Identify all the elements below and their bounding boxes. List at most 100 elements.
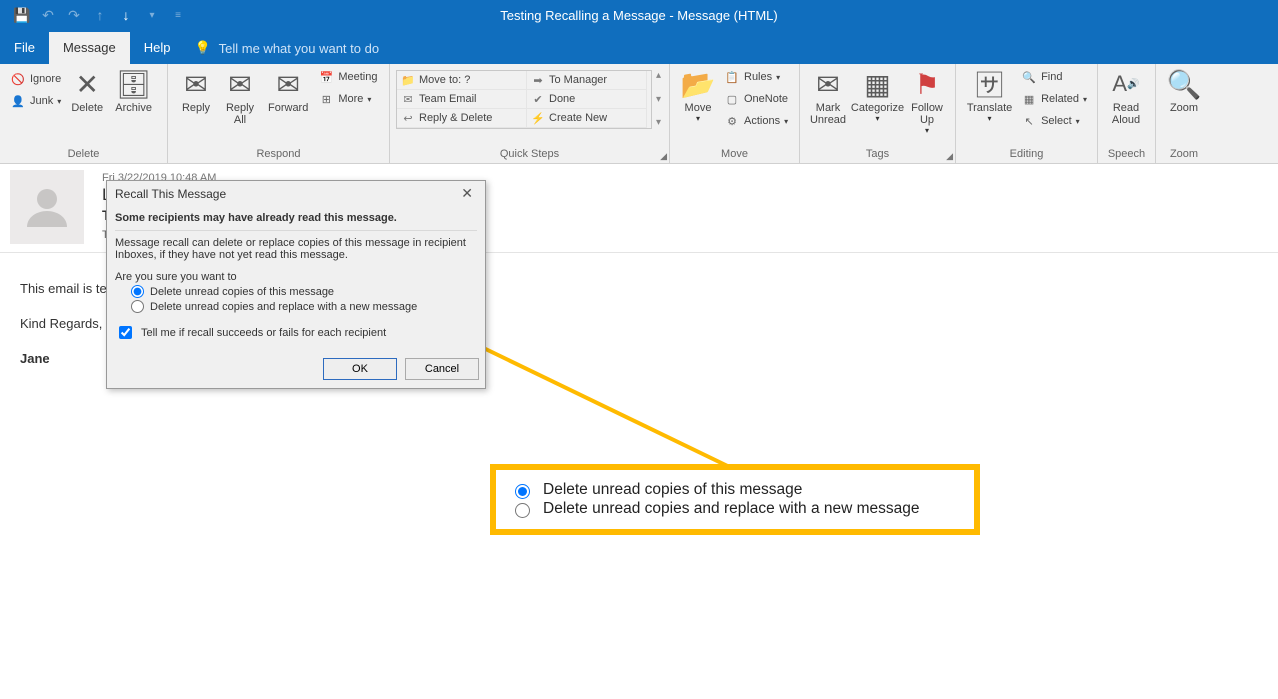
cancel-button[interactable]: Cancel — [405, 358, 479, 380]
quick-access-toolbar: 💾 ↶ ↷ ↑ ↓ ▾ ≡ — [0, 7, 186, 23]
move-icon: 📂 — [682, 68, 714, 100]
meeting-button[interactable]: 📅Meeting — [314, 68, 381, 86]
zoom-button[interactable]: 🔍Zoom — [1162, 66, 1206, 116]
qs-to-manager[interactable]: ➡To Manager — [527, 71, 647, 90]
mark-unread-icon: ✉ — [812, 68, 844, 100]
chevron-down-icon: ▾ — [1076, 117, 1080, 126]
person-icon — [23, 183, 71, 231]
tell-me-label: Tell me what you want to do — [219, 41, 379, 56]
actions-icon: ⚙ — [724, 113, 740, 129]
quick-steps-panel: 📁Move to: ? ➡To Manager ✉Team Email ✔Don… — [396, 70, 652, 129]
reply-button[interactable]: ✉Reply — [174, 66, 218, 116]
ignore-button[interactable]: 🚫Ignore — [6, 70, 65, 88]
archive-icon: 🗄 — [118, 68, 150, 100]
select-button[interactable]: ↖Select▾ — [1017, 112, 1091, 130]
translate-icon: 🈂 — [974, 68, 1006, 100]
radio-input[interactable] — [515, 503, 530, 518]
checkbox-input[interactable] — [119, 326, 132, 339]
forward-icon: ✉ — [272, 68, 304, 100]
select-icon: ↖ — [1021, 113, 1037, 129]
group-label: Speech — [1104, 147, 1149, 163]
read-aloud-button[interactable]: A🔊Read Aloud — [1104, 66, 1148, 128]
forward-button[interactable]: ✉Forward — [262, 66, 314, 116]
chevron-down-icon: ▾ — [367, 95, 371, 104]
redo-icon[interactable]: ↷ — [66, 7, 82, 23]
callout-radio-2[interactable]: Delete unread copies and replace with a … — [510, 500, 960, 518]
move-button[interactable]: 📂Move▾ — [676, 66, 720, 125]
junk-icon: 👤 — [10, 93, 26, 109]
qs-down-icon[interactable]: ▾ — [656, 94, 661, 105]
chevron-down-icon: ▾ — [875, 114, 879, 123]
reply-icon: ↩ — [401, 111, 415, 125]
forward-icon: ➡ — [531, 73, 545, 87]
callout-radio-1[interactable]: Delete unread copies of this message — [510, 481, 960, 499]
qat-customize-icon[interactable]: ≡ — [170, 7, 186, 23]
group-delete: 🚫Ignore 👤Junk▾ ✕Delete 🗄Archive Delete — [0, 64, 168, 163]
mark-unread-button[interactable]: ✉Mark Unread — [806, 66, 850, 128]
save-icon[interactable]: 💾 — [14, 7, 30, 23]
tab-help[interactable]: Help — [130, 32, 185, 64]
more-icon: ⊞ — [318, 91, 334, 107]
undo-icon[interactable]: ↶ — [40, 7, 56, 23]
close-icon[interactable]: ✕ — [457, 185, 477, 202]
onenote-button[interactable]: ▢OneNote — [720, 90, 792, 108]
titlebar: 💾 ↶ ↷ ↑ ↓ ▾ ≡ Testing Recalling a Messag… — [0, 0, 1278, 30]
group-move: 📂Move▾ 📋Rules▾ ▢OneNote ⚙Actions▾ Move — [670, 64, 800, 163]
window-title: Testing Recalling a Message - Message (H… — [500, 8, 777, 23]
avatar — [10, 170, 84, 244]
zoom-icon: 🔍 — [1168, 68, 1200, 100]
group-respond: ✉Reply ✉Reply All ✉Forward 📅Meeting ⊞Mor… — [168, 64, 390, 163]
ok-button[interactable]: OK — [323, 358, 397, 380]
junk-button[interactable]: 👤Junk▾ — [6, 92, 65, 110]
group-label: Editing — [962, 147, 1091, 163]
related-button[interactable]: ▦Related▾ — [1017, 90, 1091, 108]
rules-button[interactable]: 📋Rules▾ — [720, 68, 792, 86]
qs-expand-icon[interactable]: ▾ — [656, 117, 661, 128]
recall-dialog: Recall This Message ✕ Some recipients ma… — [106, 180, 486, 389]
archive-button[interactable]: 🗄Archive — [109, 66, 158, 116]
tab-message[interactable]: Message — [49, 32, 130, 64]
tab-file[interactable]: File — [0, 32, 49, 64]
dialog-prompt: Are you sure you want to — [115, 271, 477, 283]
launcher-icon[interactable]: ◢ — [946, 151, 953, 162]
group-label: Zoom — [1162, 147, 1206, 163]
find-button[interactable]: 🔍Find — [1017, 68, 1091, 86]
translate-button[interactable]: 🈂Translate▾ — [962, 66, 1017, 125]
follow-up-button[interactable]: ⚑Follow Up▾ — [905, 66, 949, 137]
qs-done[interactable]: ✔Done — [527, 90, 647, 109]
radio-input[interactable] — [515, 484, 530, 499]
rules-icon: 📋 — [724, 69, 740, 85]
group-tags: ✉Mark Unread ▦Categorize▾ ⚑Follow Up▾ Ta… — [800, 64, 956, 163]
delete-button[interactable]: ✕Delete — [65, 66, 109, 116]
previous-icon[interactable]: ↑ — [92, 7, 108, 23]
next-icon[interactable]: ↓ — [118, 7, 134, 23]
qat-dropdown-icon[interactable]: ▾ — [144, 7, 160, 23]
menubar: File Message Help 💡 Tell me what you wan… — [0, 30, 1278, 64]
qs-create-new[interactable]: ⚡Create New — [527, 109, 647, 128]
more-button[interactable]: ⊞More▾ — [314, 90, 381, 108]
radio-replace-copies[interactable]: Delete unread copies and replace with a … — [131, 300, 477, 313]
chevron-down-icon: ▾ — [696, 114, 700, 123]
read-aloud-icon: A🔊 — [1110, 68, 1142, 100]
radio-delete-copies[interactable]: Delete unread copies of this message — [131, 285, 477, 298]
checkbox-tell-me[interactable]: Tell me if recall succeeds or fails for … — [115, 323, 477, 342]
meeting-icon: 📅 — [318, 69, 334, 85]
tell-me[interactable]: 💡 Tell me what you want to do — [184, 32, 389, 64]
mail-icon: ✉ — [401, 92, 415, 106]
qs-move-to[interactable]: 📁Move to: ? — [397, 71, 527, 90]
actions-button[interactable]: ⚙Actions▾ — [720, 112, 792, 130]
radio-input[interactable] — [131, 300, 144, 313]
group-label: Tags — [806, 147, 949, 163]
group-quick-steps: 📁Move to: ? ➡To Manager ✉Team Email ✔Don… — [390, 64, 670, 163]
reply-all-button[interactable]: ✉Reply All — [218, 66, 262, 128]
dialog-title: Recall This Message — [115, 187, 226, 201]
group-label: Quick Steps — [396, 147, 663, 163]
qs-team-email[interactable]: ✉Team Email — [397, 90, 527, 109]
radio-input[interactable] — [131, 285, 144, 298]
chevron-down-icon: ▾ — [988, 114, 992, 123]
group-zoom: 🔍Zoom Zoom — [1156, 64, 1212, 163]
qs-up-icon[interactable]: ▴ — [656, 70, 661, 81]
categorize-button[interactable]: ▦Categorize▾ — [850, 66, 905, 125]
launcher-icon[interactable]: ◢ — [660, 151, 667, 162]
qs-reply-delete[interactable]: ↩Reply & Delete — [397, 109, 527, 128]
